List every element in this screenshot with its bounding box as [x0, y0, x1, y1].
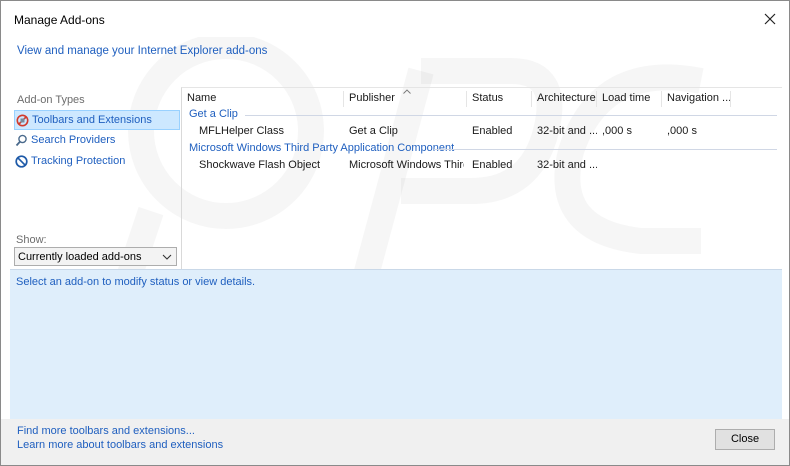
group-header-microsoft-windows-third-party: Microsoft Windows Third Party Applicatio…: [189, 142, 455, 154]
find-more-toolbars-link[interactable]: Find more toolbars and extensions...: [17, 425, 195, 437]
table-row[interactable]: MFLHelper Class Get a Clip Enabled 32-bi…: [182, 123, 780, 140]
show-label: Show:: [16, 234, 47, 246]
view-manage-addons-link[interactable]: View and manage your Internet Explorer a…: [17, 45, 267, 57]
column-header-name[interactable]: Name: [187, 92, 216, 104]
group-divider: [245, 115, 777, 116]
sidebar-item-label: Search Providers: [31, 134, 116, 146]
show-dropdown-value: Currently loaded add-ons: [18, 251, 142, 263]
details-pane: Select an add-on to modify status or vie…: [10, 269, 782, 419]
header-area: View and manage your Internet Explorer a…: [1, 37, 789, 87]
chevron-down-icon: [162, 254, 172, 260]
sidebar-item-search-providers[interactable]: Search Providers: [14, 131, 180, 151]
column-separator: [661, 91, 662, 107]
addon-types-heading: Add-on Types: [17, 94, 85, 106]
close-button[interactable]: Close: [715, 429, 775, 450]
window-title: Manage Add-ons: [14, 13, 105, 27]
sidebar-item-label: Tracking Protection: [31, 155, 126, 167]
sidebar-item-toolbars-extensions[interactable]: Toolbars and Extensions: [14, 110, 180, 130]
footer: Find more toolbars and extensions... Lea…: [1, 419, 789, 465]
column-separator: [596, 91, 597, 107]
column-separator: [531, 91, 532, 107]
row-architecture: 32-bit and ...: [537, 125, 597, 137]
addon-list: Name Publisher Status Architecture Load …: [181, 87, 782, 269]
title-bar: Manage Add-ons: [1, 1, 789, 37]
close-icon[interactable]: [758, 7, 782, 31]
group-divider: [434, 149, 777, 150]
row-load-time: ,000 s: [602, 125, 632, 137]
row-navigation: ,000 s: [667, 125, 697, 137]
group-header-get-a-clip: Get a Clip: [189, 108, 238, 120]
sort-ascending-icon: [403, 89, 411, 94]
column-header-publisher[interactable]: Publisher: [349, 92, 395, 104]
column-header-load-time[interactable]: Load time: [602, 92, 650, 104]
toolbar-extension-icon: [16, 114, 29, 127]
row-publisher: Get a Clip: [349, 125, 398, 137]
sidebar-item-label: Toolbars and Extensions: [32, 114, 152, 126]
row-architecture: 32-bit and ...: [537, 159, 597, 171]
learn-more-toolbars-link[interactable]: Learn more about toolbars and extensions: [17, 439, 223, 451]
sidebar: Add-on Types Toolbars and Extensions Sea…: [10, 87, 181, 269]
column-header-architecture[interactable]: Architecture: [537, 92, 596, 104]
manage-addons-window: Manage Add-ons View and manage your Inte…: [0, 0, 790, 466]
row-status: Enabled: [472, 125, 513, 137]
row-status: Enabled: [472, 159, 513, 171]
column-separator: [730, 91, 731, 107]
show-dropdown[interactable]: Currently loaded add-ons: [14, 247, 177, 266]
row-name: MFLHelper Class: [199, 125, 284, 137]
column-header-status[interactable]: Status: [472, 92, 503, 104]
table-row[interactable]: Shockwave Flash Object Microsoft Windows…: [182, 157, 780, 174]
tracking-protection-icon: [15, 155, 28, 168]
column-header-navigation[interactable]: Navigation ...: [667, 92, 731, 104]
search-icon: [15, 134, 27, 147]
sidebar-item-tracking-protection[interactable]: Tracking Protection: [14, 152, 180, 172]
details-hint: Select an add-on to modify status or vie…: [16, 276, 256, 288]
row-publisher: Microsoft Windows Third...: [349, 159, 464, 171]
column-separator: [466, 91, 467, 107]
row-name: Shockwave Flash Object: [199, 159, 321, 171]
column-separator: [343, 91, 344, 107]
